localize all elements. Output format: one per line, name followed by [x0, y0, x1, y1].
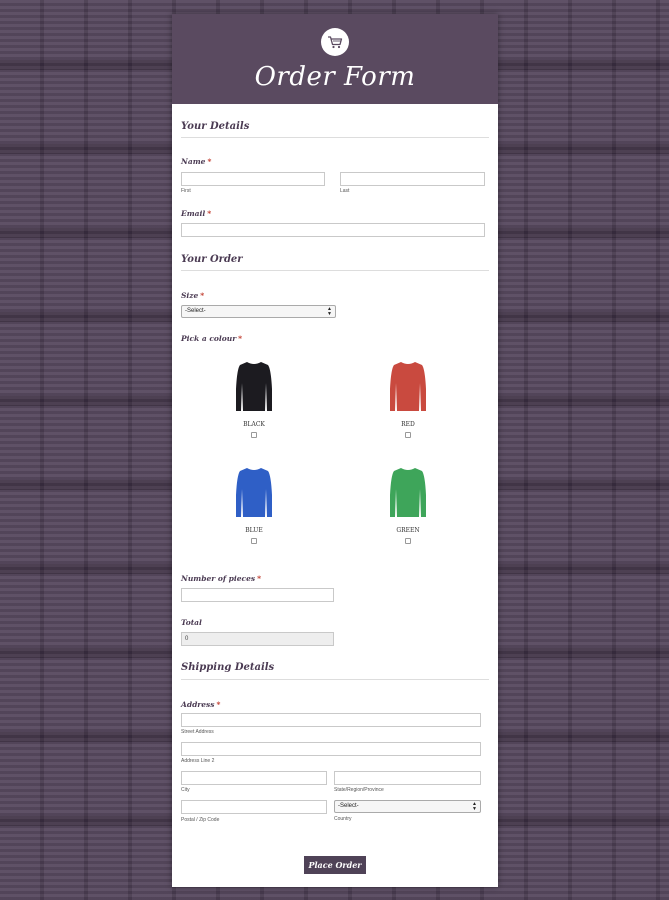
- black-sweater-icon: [236, 362, 272, 411]
- required-mark: *: [200, 291, 205, 300]
- section-divider: [181, 137, 489, 138]
- colour-name: GREEN: [396, 527, 420, 534]
- colour-option-green: GREEN: [378, 465, 438, 544]
- zip-input[interactable]: [181, 800, 327, 814]
- required-mark: *: [257, 574, 262, 583]
- last-sublabel: Last: [340, 188, 350, 194]
- place-order-button[interactable]: Place Order: [304, 856, 366, 874]
- address-line2-input[interactable]: [181, 742, 481, 756]
- state-sublabel: State/Region/Province: [334, 787, 384, 793]
- city-sublabel: City: [181, 787, 190, 793]
- size-label: Size *: [181, 291, 205, 300]
- form-title: Order Form: [254, 62, 416, 92]
- cart-icon: [321, 28, 349, 56]
- blue-sweater-icon: [236, 468, 272, 517]
- size-select-value: -Select-: [185, 308, 206, 314]
- form-header: Order Form: [172, 14, 498, 104]
- section-divider: [181, 679, 489, 680]
- green-sweater-icon: [390, 468, 426, 517]
- colour-name: BLACK: [243, 421, 265, 428]
- required-mark: *: [238, 334, 243, 343]
- line2-sublabel: Address Line 2: [181, 758, 215, 764]
- email-input[interactable]: [181, 223, 485, 237]
- street-address-input[interactable]: [181, 713, 481, 727]
- email-label: Email *: [181, 209, 212, 218]
- colour-name: RED: [401, 421, 415, 428]
- city-input[interactable]: [181, 771, 327, 785]
- street-sublabel: Street Address: [181, 729, 214, 735]
- pieces-label: Number of pieces *: [181, 574, 262, 583]
- section-divider: [181, 270, 489, 271]
- country-select[interactable]: -Select- ▲ ▼: [334, 800, 481, 813]
- order-form: Order Form Your Details Name * First Last…: [172, 14, 498, 887]
- colour-option-black: BLACK: [224, 359, 284, 438]
- pieces-input[interactable]: [181, 588, 334, 602]
- colour-checkbox-green[interactable]: [405, 538, 411, 544]
- required-mark: *: [207, 209, 212, 218]
- total-field: 0: [181, 632, 334, 646]
- total-label: Total: [181, 618, 202, 627]
- section-title-shipping: Shipping Details: [181, 662, 275, 673]
- colour-option-blue: BLUE: [224, 465, 284, 544]
- zip-sublabel: Postal / Zip Code: [181, 817, 220, 823]
- select-arrows-icon: ▲ ▼: [327, 306, 332, 317]
- country-select-value: -Select-: [338, 803, 359, 809]
- required-mark: *: [207, 157, 212, 166]
- required-mark: *: [216, 700, 221, 709]
- country-sublabel: Country: [334, 816, 352, 822]
- section-title-your-order: Your Order: [181, 254, 243, 265]
- select-arrows-icon: ▲ ▼: [472, 801, 477, 812]
- name-label: Name *: [181, 157, 212, 166]
- state-input[interactable]: [334, 771, 481, 785]
- size-select[interactable]: -Select- ▲ ▼: [181, 305, 336, 318]
- last-name-input[interactable]: [340, 172, 485, 186]
- first-sublabel: First: [181, 188, 191, 194]
- red-sweater-icon: [390, 362, 426, 411]
- colour-name: BLUE: [245, 527, 263, 534]
- first-name-input[interactable]: [181, 172, 325, 186]
- colour-checkbox-red[interactable]: [405, 432, 411, 438]
- colour-label: Pick a colour *: [181, 334, 243, 343]
- colour-checkbox-blue[interactable]: [251, 538, 257, 544]
- section-title-your-details: Your Details: [181, 121, 250, 132]
- colour-option-red: RED: [378, 359, 438, 438]
- colour-checkbox-black[interactable]: [251, 432, 257, 438]
- address-label: Address *: [181, 700, 221, 709]
